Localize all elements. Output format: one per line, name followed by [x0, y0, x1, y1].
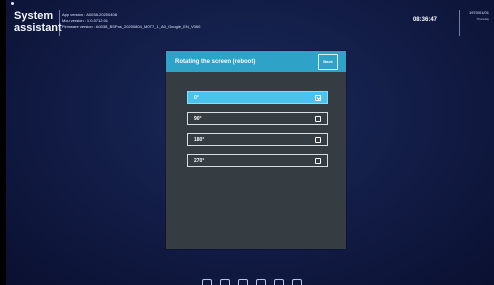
system-navbar	[202, 279, 322, 285]
checkbox-checked-icon[interactable]	[315, 94, 321, 101]
firmware-version: Firmware version : A0038_BSPos_20200804_…	[62, 24, 201, 29]
dialog-header: Rotating the screen (reboot) Back	[166, 51, 346, 72]
rotate-screen-dialog: Rotating the screen (reboot) Back 0° 90°…	[166, 51, 346, 249]
rotation-option-180[interactable]: 180°	[187, 133, 328, 146]
status-dot	[11, 2, 14, 5]
clock: 08:36:47	[412, 17, 437, 23]
rotation-option-270[interactable]: 270°	[187, 154, 328, 167]
volume-down-icon[interactable]	[256, 279, 266, 285]
rotation-option-label: 90°	[194, 115, 202, 122]
screen: System assistant App version : A0038-202…	[6, 0, 494, 285]
rotation-option-label: 180°	[194, 136, 205, 143]
version-info: App version : A0038-20200408 Mcu version…	[62, 12, 200, 30]
back-icon[interactable]	[202, 279, 212, 285]
rotation-options: 0° 90° 180° 270°	[187, 91, 328, 175]
volume-up-icon[interactable]	[274, 279, 284, 285]
header-divider-right	[459, 10, 460, 36]
date-box: 1970/01/01 Thursday	[463, 10, 489, 22]
app-title: System assistant	[14, 10, 62, 34]
rotation-option-label: 270°	[194, 157, 205, 164]
rotation-option-label: 0°	[194, 94, 199, 101]
recent-apps-icon[interactable]	[238, 279, 248, 285]
checkbox-icon[interactable]	[315, 115, 321, 122]
home-icon[interactable]	[220, 279, 230, 285]
checkbox-icon[interactable]	[315, 157, 321, 164]
rotation-option-90[interactable]: 90°	[187, 112, 328, 125]
weekday: Thursday	[476, 17, 489, 21]
screenshot-icon[interactable]	[292, 279, 302, 285]
dialog-title: Rotating the screen (reboot)	[175, 58, 256, 65]
checkbox-icon[interactable]	[315, 136, 321, 143]
rotation-option-0[interactable]: 0°	[187, 91, 328, 104]
back-button[interactable]: Back	[318, 53, 338, 70]
header-divider-left	[59, 10, 60, 36]
